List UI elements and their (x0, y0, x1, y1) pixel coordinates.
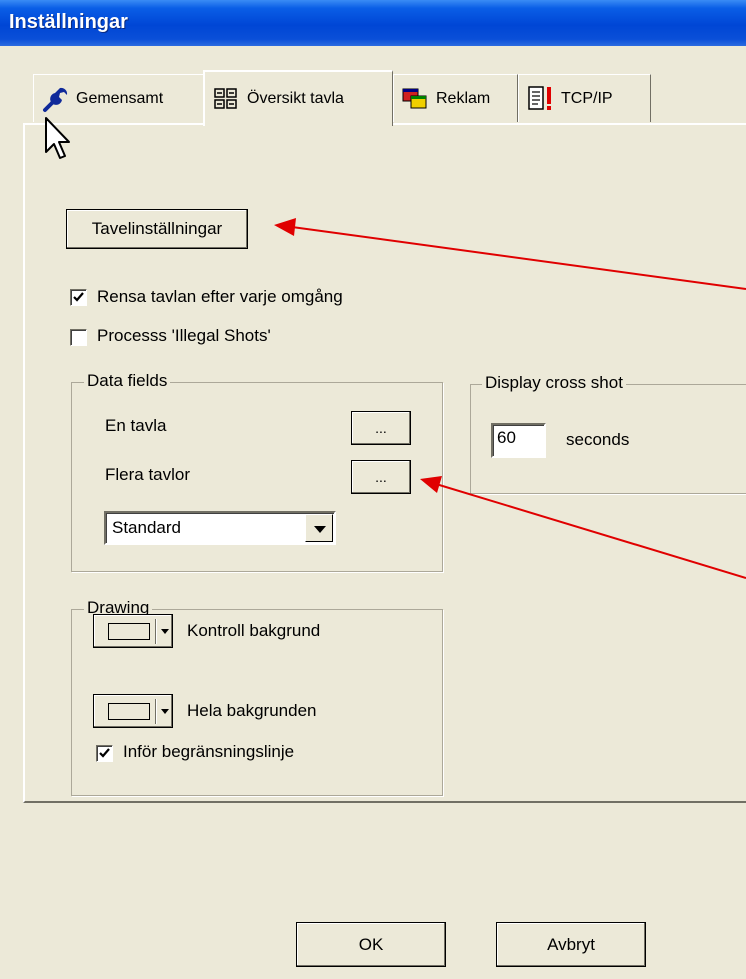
mouse-cursor-icon (45, 117, 70, 159)
annotation-arrow-board-settings (274, 218, 746, 290)
annotation-arrow-data-fields (420, 476, 746, 579)
annotation-arrows (274, 218, 746, 579)
